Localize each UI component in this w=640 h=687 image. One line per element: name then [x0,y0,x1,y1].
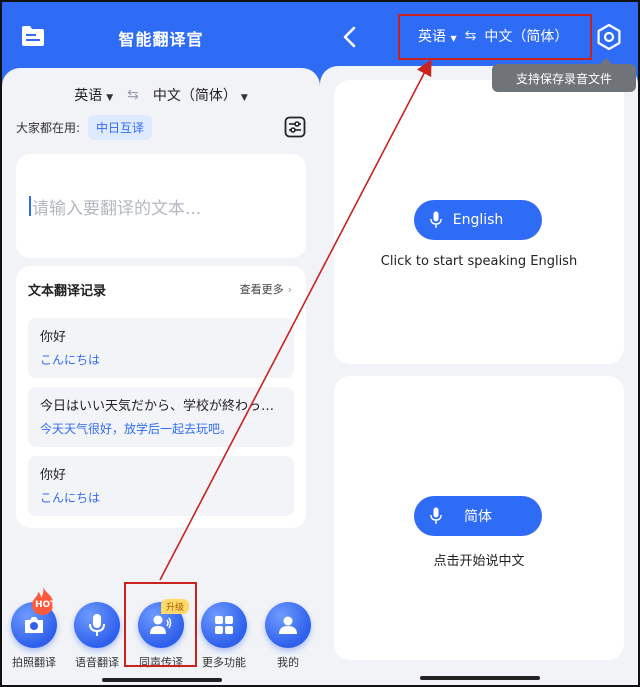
chevron-right-icon: › [287,283,292,296]
speak-hint: Click to start speaking English [380,254,578,269]
history-target-text: こんにちは [40,353,101,367]
tab-photo-translate[interactable]: HOT 拍照翻译 [4,587,64,670]
target-language-label: 中文（简体） [152,88,237,104]
tab-icon-circle [74,602,120,648]
grid-icon [215,616,233,634]
speak-english-button[interactable]: English [414,200,542,240]
speak-card-chinese: 简体 点击开始说中文 [334,376,624,660]
annotation-highlight-box [398,14,592,60]
history-target-text: こんにちは [40,491,101,505]
tab-profile[interactable]: 我的 [258,602,318,670]
camera-icon [25,617,43,633]
history-more-link[interactable]: 查看更多 › [240,281,292,297]
speak-button-label: English [452,212,504,228]
hot-badge: HOT [35,600,57,610]
popular-label: 大家都在用: [16,120,81,135]
back-arrow-icon[interactable] [342,26,358,48]
gear-icon[interactable] [596,24,622,50]
text-input-placeholder: 请输入要翻译的文本... [32,199,202,219]
microphone-icon [430,211,442,228]
app-title: 智能翻译官 [118,30,204,49]
caret-down-icon: ▼ [106,93,114,103]
popular-row: 大家都在用: 中日互译 [16,114,306,140]
speak-button-label: 简体 [464,509,492,525]
tab-icon-circle [201,602,247,648]
text-cursor [29,196,31,216]
microphone-icon [89,614,105,636]
history-title: 文本翻译记录 [28,284,107,299]
speak-hint: 点击开始说中文 [433,554,525,569]
target-language-select[interactable]: 中文（简体） ▼ [153,85,248,105]
tooltip-save-recording: 支持保存录音文件 [492,58,636,92]
language-selector: 英语 ▼ ⇆ 中文（简体） ▼ [2,82,320,108]
history-source-text: 你好 [40,468,67,483]
translation-history-card: 文本翻译记录 查看更多 › 你好 こんにちは 今日はいい天気だから、学校が終わった… [16,266,306,528]
right-body: English Click to start speaking English … [320,66,638,685]
history-more-label: 查看更多 [239,283,284,296]
speak-chinese-button[interactable]: 简体 [414,496,542,536]
right-screen: 英语 ▼ ⇆ 中文（简体） English Click to start spe… [320,2,638,685]
microphone-icon [430,507,442,524]
history-item[interactable]: 今日はいい天気だから、学校が終わったら一緒に遊びに行こう。 今天天气很好，放学后… [28,387,294,447]
history-item[interactable]: 你好 こんにちは [28,318,294,378]
tab-label: 语音翻译 [75,656,119,669]
sliders-icon[interactable] [284,116,306,138]
caret-down-icon: ▼ [240,93,248,103]
tab-icon-circle [265,602,311,648]
left-header: 智能翻译官 [2,2,320,68]
swap-icon[interactable]: ⇆ [127,87,139,103]
tab-more-features[interactable]: 更多功能 [194,602,254,670]
source-language-select[interactable]: 英语 ▼ [74,85,113,105]
speak-card-english: English Click to start speaking English [334,80,624,364]
home-indicator [102,678,222,682]
source-language-label: 英语 [74,88,103,104]
user-icon [279,616,297,634]
annotation-highlight-box [124,582,197,667]
history-source-text: 你好 [40,330,67,345]
tab-label: 我的 [277,656,299,669]
history-source-text: 今日はいい天気だから、学校が終わったら一緒に遊びに行こう。 [40,399,282,414]
home-indicator [420,676,540,680]
history-item[interactable]: 你好 こんにちは [28,456,294,516]
popular-pill-zh-ja[interactable]: 中日互译 [88,114,153,140]
tab-label: 拍照翻译 [12,656,56,669]
tab-voice-translate[interactable]: 语音翻译 [67,602,127,670]
text-input-card[interactable]: 请输入要翻译的文本... [16,154,306,258]
tab-label: 更多功能 [202,656,246,669]
history-target-text: 今天天气很好，放学后一起去玩吧。 [40,422,233,436]
